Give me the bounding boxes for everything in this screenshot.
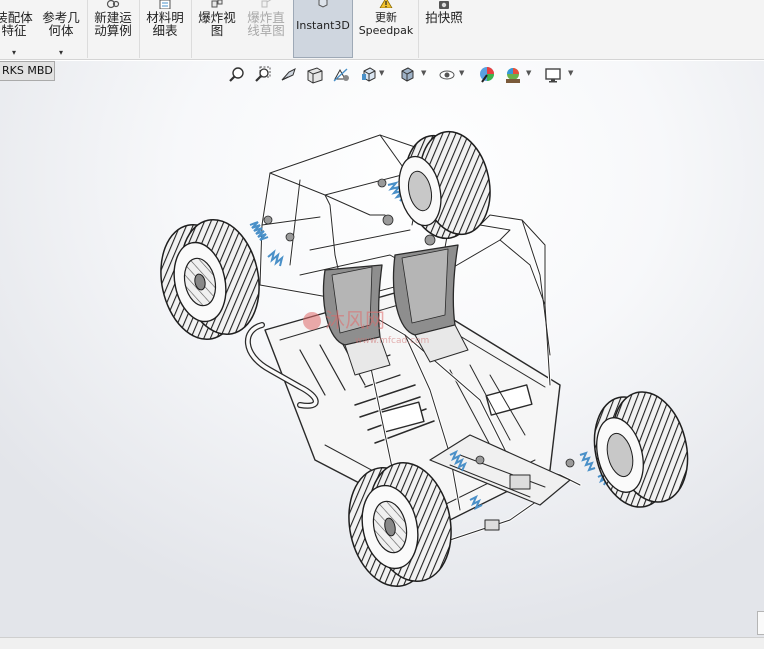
bill-of-materials-icon	[157, 0, 173, 10]
hide-show-items-icon[interactable]	[436, 64, 458, 86]
chevron-down-icon[interactable]: ▼	[421, 69, 426, 77]
take-snapshot-label: 拍快照	[425, 10, 463, 25]
reference-geometry-icon	[53, 0, 69, 8]
edit-appearance-icon[interactable]	[476, 64, 498, 86]
previous-view-icon[interactable]	[278, 64, 300, 86]
instant3d-button[interactable]: Instant3D	[293, 0, 353, 58]
bill-of-materials-label-2: 细表	[152, 23, 178, 38]
zoom-to-area-icon[interactable]	[252, 64, 274, 86]
assembly-feature-button[interactable]: 装配体 特征 ▾	[0, 0, 36, 58]
chevron-down-icon[interactable]: ▼	[459, 69, 464, 77]
camera-icon	[436, 0, 452, 9]
update-speedpak-label-1: 更新	[375, 11, 397, 24]
chevron-down-icon[interactable]: ▾	[0, 46, 36, 59]
chevron-down-icon[interactable]: ▼	[526, 69, 531, 77]
take-snapshot-button[interactable]: 拍快照	[420, 0, 468, 58]
ribbon-divider	[87, 0, 88, 58]
chevron-down-icon[interactable]: ▼	[379, 69, 384, 77]
chevron-down-icon[interactable]: ▾	[38, 46, 84, 59]
apply-scene-icon[interactable]	[502, 64, 524, 86]
ribbon-divider	[139, 0, 140, 58]
panel-edge	[757, 611, 764, 635]
view-orientation-icon[interactable]	[358, 64, 380, 86]
new-motion-study-label-2: 动算例	[94, 23, 132, 38]
assembly-feature-icon	[6, 0, 22, 8]
assembly-feature-label-2: 特征	[1, 23, 27, 38]
new-motion-study-button[interactable]: 新建运 动算例	[89, 0, 137, 58]
exploded-view-icon	[209, 0, 225, 8]
status-bar	[0, 637, 764, 649]
exploded-view-button[interactable]: 爆炸视 图	[193, 0, 241, 58]
view-settings-icon[interactable]	[542, 64, 564, 86]
buggy-assembly-model[interactable]: 沐风网 www.mfcad.com	[150, 125, 700, 595]
instant3d-label: Instant3D	[296, 19, 350, 32]
speedpak-warning-icon	[378, 0, 394, 9]
display-style-icon[interactable]	[396, 64, 418, 86]
update-speedpak-label-2: Speedpak	[358, 24, 414, 37]
zoom-to-fit-icon[interactable]	[226, 64, 248, 86]
explode-line-sketch-icon	[258, 0, 274, 8]
instant3d-icon	[315, 0, 331, 8]
command-manager-ribbon: 装配体 特征 ▾ 参考几 何体 ▾ 新建运 动算例 材料明 细表 爆炸视 图 爆	[0, 0, 764, 60]
motion-study-icon	[105, 0, 121, 9]
explode-line-sketch-button[interactable]: 爆炸直 线草图	[242, 0, 290, 58]
ribbon-divider	[191, 0, 192, 58]
watermark-title: 沐风网	[325, 308, 385, 332]
dynamic-annotation-icon[interactable]	[330, 64, 352, 86]
section-view-icon[interactable]	[304, 64, 326, 86]
tab-mbd[interactable]: RKS MBD	[0, 61, 55, 81]
update-speedpak-button[interactable]: 更新 Speedpak	[356, 0, 416, 58]
bill-of-materials-button[interactable]: 材料明 细表	[141, 0, 189, 58]
reference-geometry-label-2: 何体	[48, 23, 74, 38]
reference-geometry-button[interactable]: 参考几 何体 ▾	[38, 0, 84, 58]
exploded-view-label-2: 图	[210, 23, 224, 38]
chevron-down-icon[interactable]: ▼	[568, 69, 573, 77]
ribbon-divider	[418, 0, 419, 58]
explode-line-sketch-label-2: 线草图	[247, 23, 285, 38]
watermark-url: www.mfcad.com	[355, 336, 429, 346]
